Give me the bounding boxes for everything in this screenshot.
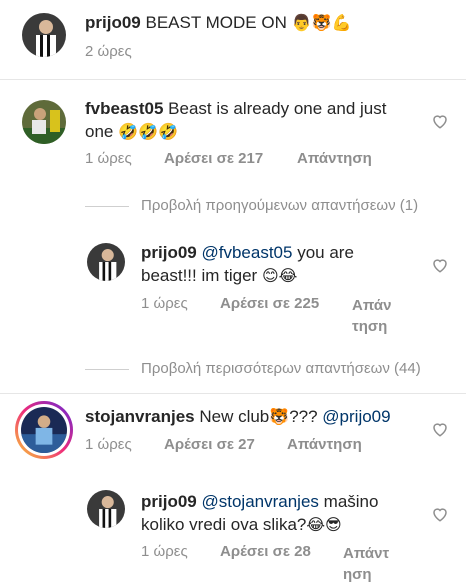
divider — [0, 393, 466, 394]
reply-username[interactable]: prijo09 — [141, 243, 197, 262]
heart-icon[interactable] — [431, 256, 449, 274]
avatar[interactable] — [87, 243, 125, 281]
comment-time: 1 ώρες — [85, 150, 132, 167]
comment-likes[interactable]: Αρέσει σε 217 — [164, 150, 263, 167]
reply-button[interactable]: Απάντηση — [297, 150, 372, 167]
comment-body: New club — [199, 407, 270, 426]
caption-body: BEAST MODE ON — [145, 13, 287, 32]
comment-emoji: 🐯 — [269, 407, 290, 426]
caption-username[interactable]: prijo09 — [85, 13, 141, 32]
reply-button[interactable]: Απάντηση — [352, 295, 391, 337]
avatar[interactable] — [22, 100, 66, 144]
comment-likes[interactable]: Αρέσει σε 27 — [164, 436, 255, 453]
comment-emoji: 🤣🤣🤣 — [118, 122, 178, 141]
reply-body: you are — [297, 243, 354, 262]
comment-username[interactable]: stojanvranjes — [85, 407, 195, 426]
comment-time: 1 ώρες — [85, 436, 132, 453]
avatar[interactable] — [87, 490, 125, 528]
heart-icon[interactable] — [431, 112, 449, 130]
reply-emoji: 😂😎 — [306, 515, 342, 534]
reply-time: 1 ώρες — [141, 543, 188, 560]
reply-text: prijo09 @stojanvranjes mašino koliko vre… — [141, 490, 421, 536]
avatar[interactable] — [15, 401, 73, 459]
comment-text: stojanvranjes New club🐯??? @prijo09 — [85, 405, 425, 428]
reply-likes[interactable]: Αρέσει σε 28 — [220, 543, 311, 560]
view-more-replies[interactable]: Προβολή περισσότερων απαντήσεων (44) — [141, 360, 421, 377]
reply-likes[interactable]: Αρέσει σε 225 — [220, 295, 319, 312]
reply-body-line2: koliko vredi ova slika? — [141, 515, 307, 534]
mention-link[interactable]: @prijo09 — [322, 407, 390, 426]
reply-username[interactable]: prijo09 — [141, 492, 197, 511]
comment-body-line2: one — [85, 122, 114, 141]
heart-icon[interactable] — [431, 505, 449, 523]
mention-link[interactable]: @fvbeast05 — [201, 243, 292, 262]
comment-text: fvbeast05 Beast is already one and just … — [85, 97, 415, 143]
caption-text: prijo09 BEAST MODE ON 👨🐯💪 — [85, 11, 425, 34]
reply-text: prijo09 @fvbeast05 you are beast!!! im t… — [141, 241, 421, 287]
comment-username[interactable]: fvbeast05 — [85, 99, 163, 118]
thread-line — [85, 369, 129, 370]
divider — [0, 79, 466, 80]
heart-icon[interactable] — [431, 420, 449, 438]
reply-emoji: 😊😂 — [261, 266, 298, 285]
reply-time: 1 ώρες — [141, 295, 188, 312]
mention-link[interactable]: @stojanvranjes — [201, 492, 318, 511]
caption-emoji: 👨🐯💪 — [291, 13, 352, 32]
reply-button[interactable]: Απάντηση — [287, 436, 362, 453]
thread-line — [85, 206, 129, 207]
reply-button[interactable]: Απάντηση — [343, 543, 389, 585]
comment-body-after: ??? — [289, 407, 318, 426]
reply-body-line2: beast!!! im tiger — [141, 266, 258, 285]
view-previous-replies[interactable]: Προβολή προηγούμενων απαντήσεων (1) — [141, 197, 418, 214]
comment-body: Beast is already one and just — [168, 99, 387, 118]
reply-body: mašino — [323, 492, 379, 511]
caption-time: 2 ώρες — [85, 43, 132, 60]
avatar[interactable] — [22, 13, 66, 57]
